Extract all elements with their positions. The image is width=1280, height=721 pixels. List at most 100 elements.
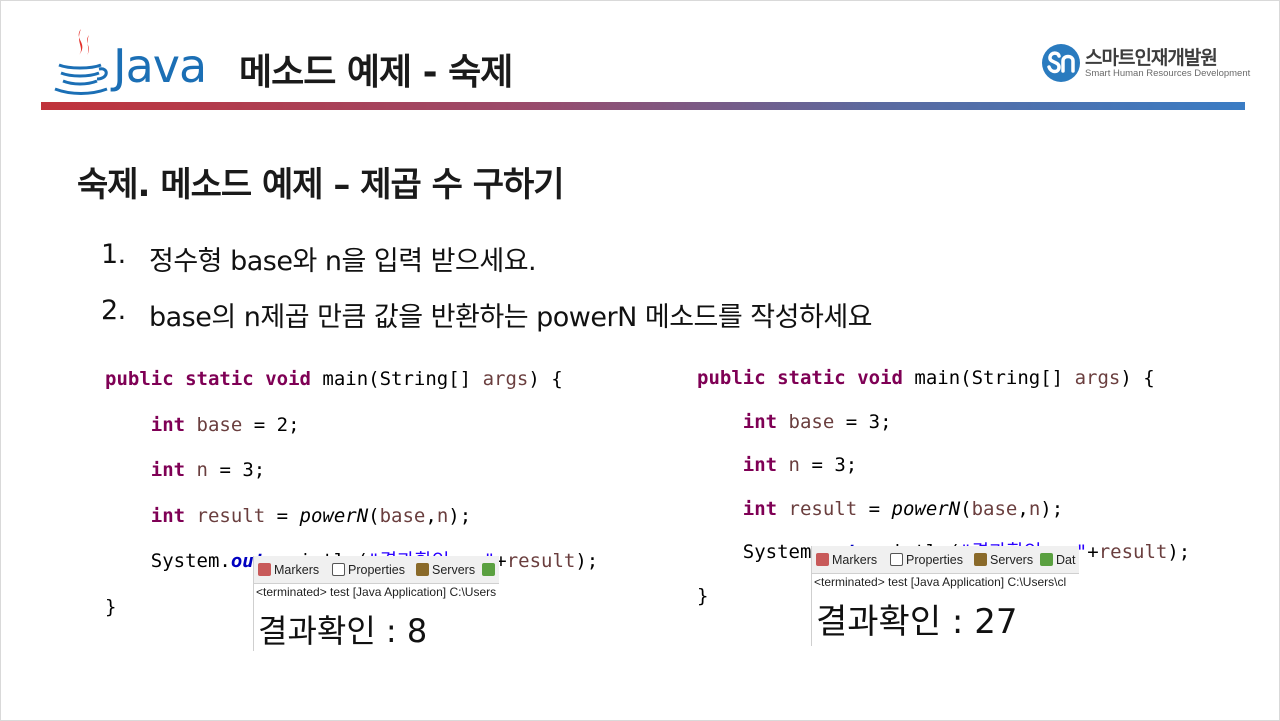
console-output: 결과확인 : 27 xyxy=(816,602,1018,642)
code-value: 3 xyxy=(242,459,254,481)
section-title: 숙제. 메소드 예제 – 제곱 수 구하기 xyxy=(77,165,565,205)
tab-markers[interactable]: Markers xyxy=(258,563,319,579)
code-keyword: public xyxy=(105,368,174,390)
list-item-text: 정수형 base와 n을 입력 받으세요. xyxy=(149,246,537,277)
code-text: + xyxy=(1087,541,1099,563)
code-variable: result xyxy=(1098,541,1168,563)
code-variable: n xyxy=(196,459,208,481)
code-text: } xyxy=(697,584,709,607)
console-tab-bar: Markers Properties Servers Dat xyxy=(812,546,1079,574)
code-text: System. xyxy=(150,550,231,572)
code-variable: base xyxy=(788,410,835,433)
code-text: main(String[] xyxy=(322,368,483,390)
code-variable: result xyxy=(788,497,858,520)
tab-label: Servers xyxy=(990,553,1034,567)
console-status: <terminated> test [Java Application] C:\… xyxy=(814,575,1067,589)
data-icon xyxy=(1040,553,1053,566)
tab-markers[interactable]: Markers xyxy=(816,553,877,569)
tab-label: Servers xyxy=(432,563,476,577)
console-panel-2: Markers Properties Servers Dat <terminat… xyxy=(811,546,1079,646)
console-output: 결과확인 : 8 xyxy=(258,612,428,650)
code-line: int n = 3; xyxy=(742,454,858,476)
code-value: 3 xyxy=(868,410,881,433)
tab-servers[interactable]: Servers xyxy=(974,553,1033,569)
java-logo: Java xyxy=(51,25,221,97)
code-variable: args xyxy=(1074,367,1121,389)
list-item-text: base의 n제곱 만큼 값을 반환하는 powerN 메소드를 작성하세요 xyxy=(149,302,873,333)
code-block-example-2: public static void main(String[] args) {… xyxy=(697,366,1203,607)
markers-icon xyxy=(258,563,271,576)
code-variable: result xyxy=(196,504,266,527)
page-title: 메소드 예제 - 숙제 xyxy=(239,52,513,93)
java-wordmark: Java xyxy=(113,39,207,93)
code-variable: args xyxy=(482,368,529,390)
properties-icon xyxy=(890,553,903,566)
code-text: main(String[] xyxy=(914,367,1075,389)
code-text: ); xyxy=(575,550,599,572)
tab-label: Dat xyxy=(1056,553,1076,567)
code-variable: n xyxy=(788,454,800,476)
brand-name: 스마트인재개발원 xyxy=(1085,47,1218,69)
code-line: public static void main(String[] args) { xyxy=(697,366,1203,389)
list-item-number: 2. xyxy=(101,295,126,326)
code-keyword: void xyxy=(265,368,311,390)
code-value: 3 xyxy=(834,454,846,476)
console-panel-1: Markers Properties Servers <terminated> … xyxy=(253,556,499,651)
code-keyword: static xyxy=(777,367,846,389)
code-variable: base xyxy=(196,413,243,436)
properties-icon xyxy=(332,563,345,576)
tab-data[interactable] xyxy=(482,563,498,579)
header-divider xyxy=(41,102,1245,110)
code-block-example-1: public static void main(String[] args) {… xyxy=(105,366,653,618)
code-variable: base xyxy=(379,504,426,527)
code-keyword: int xyxy=(742,497,778,520)
code-keyword: int xyxy=(150,413,186,436)
code-line: int result = powerN(base,n); xyxy=(742,497,1064,520)
brand-logo: 스마트인재개발원 Smart Human Resources Developme… xyxy=(1041,41,1250,85)
code-keyword: int xyxy=(150,459,186,481)
code-keyword: int xyxy=(742,410,778,433)
code-variable: n xyxy=(436,504,449,527)
tab-label: Markers xyxy=(832,553,878,567)
list-item-number: 1. xyxy=(101,239,126,270)
tab-label: Markers xyxy=(274,563,320,577)
tab-servers[interactable]: Servers xyxy=(416,563,475,579)
tab-label: Properties xyxy=(348,563,405,577)
code-keyword: int xyxy=(742,454,778,476)
code-text: ); xyxy=(1167,541,1191,563)
code-variable: n xyxy=(1028,497,1041,520)
code-method: powerN xyxy=(891,497,961,520)
code-line: int result = powerN(base,n); xyxy=(150,504,472,527)
tab-properties[interactable]: Properties xyxy=(332,563,405,579)
code-line: public static void main(String[] args) { xyxy=(105,366,653,390)
code-line: int base = 2; xyxy=(150,413,300,436)
code-keyword: void xyxy=(857,367,903,389)
code-variable: result xyxy=(506,550,576,572)
smhrd-logo-icon xyxy=(1042,44,1080,82)
code-keyword: public xyxy=(697,367,766,389)
servers-icon xyxy=(416,563,429,576)
code-keyword: static xyxy=(185,368,254,390)
tab-label: Properties xyxy=(906,553,963,567)
tab-properties[interactable]: Properties xyxy=(890,553,963,569)
code-text: ) { xyxy=(1120,367,1155,389)
code-line: int n = 3; xyxy=(150,459,266,481)
list-item: 2. base의 n제곱 만큼 값을 반환하는 powerN 메소드를 작성하세… xyxy=(101,295,1101,335)
markers-icon xyxy=(816,553,829,566)
code-keyword: int xyxy=(150,504,186,527)
code-text: } xyxy=(105,595,117,618)
code-text: ) { xyxy=(528,368,563,390)
tab-data[interactable]: Dat xyxy=(1040,553,1075,569)
code-method: powerN xyxy=(299,504,369,527)
code-line: int base = 3; xyxy=(742,410,892,433)
list-item: 1. 정수형 base와 n을 입력 받으세요. xyxy=(101,239,801,279)
console-status: <terminated> test [Java Application] C:\… xyxy=(256,585,497,599)
console-tab-bar: Markers Properties Servers xyxy=(254,556,499,584)
slide: Java 메소드 예제 - 숙제 스마트인재개발원 Smart Human Re… xyxy=(0,0,1280,721)
code-variable: base xyxy=(971,497,1018,520)
java-coffee-cup-icon xyxy=(54,29,108,95)
code-value: 2 xyxy=(276,413,289,436)
brand-subtitle: Smart Human Resources Development xyxy=(1085,68,1251,79)
servers-icon xyxy=(974,553,987,566)
data-icon xyxy=(482,563,495,576)
